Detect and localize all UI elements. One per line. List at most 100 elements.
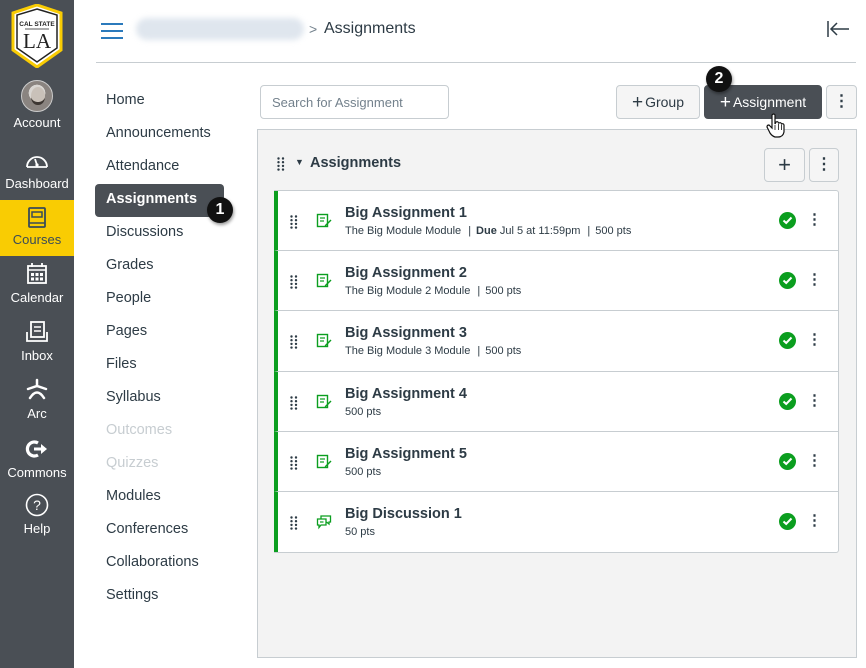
course-nav-people[interactable]: People (95, 283, 235, 316)
assignment-title-link[interactable]: Big Assignment 2 (345, 265, 467, 281)
assignment-title-link[interactable]: Big Assignment 1 (345, 205, 467, 221)
collapse-sidebar-button[interactable] (826, 20, 850, 44)
drag-handle[interactable] (290, 275, 298, 294)
drag-handle-icon (290, 456, 298, 474)
item-options-button[interactable]: ⋮ (807, 391, 822, 409)
course-nav-attendance[interactable]: Attendance (95, 151, 235, 184)
assignment-title-link[interactable]: Big Discussion 1 (345, 506, 462, 522)
course-nav-collaborations[interactable]: Collaborations (95, 547, 235, 580)
assignment-icon (316, 454, 332, 470)
published-toggle[interactable] (779, 332, 796, 350)
due-label: Due (476, 225, 497, 237)
course-nav-pages[interactable]: Pages (95, 316, 235, 349)
course-nav-grades[interactable]: Grades (95, 250, 235, 283)
help-icon: ? (25, 493, 49, 517)
assignment-title-link[interactable]: Big Assignment 5 (345, 446, 467, 462)
gnav-courses[interactable]: Courses (0, 200, 74, 256)
add-group-button[interactable]: + Group (616, 85, 700, 119)
drag-handle-icon (290, 335, 298, 353)
drag-handle[interactable] (290, 516, 298, 535)
drag-handle[interactable] (277, 157, 285, 176)
gnav-calendar-label: Calendar (10, 290, 64, 305)
drag-handle-icon (277, 157, 285, 171)
svg-text:?: ? (33, 497, 41, 513)
collapse-caret-icon[interactable]: ▼ (295, 157, 304, 167)
course-nav-home[interactable]: Home (95, 85, 235, 118)
courses-icon (28, 207, 46, 228)
logo-line1: CAL STATE (19, 21, 55, 28)
hamburger-icon (101, 23, 123, 25)
assignment-row[interactable]: Big Assignment 5 500 pts ⋮ (274, 431, 838, 492)
drag-handle-icon (290, 215, 298, 233)
calendar-icon (27, 263, 47, 284)
group-options-button[interactable]: ⋮ (809, 148, 839, 182)
assignment-icon (316, 333, 332, 349)
drag-handle[interactable] (290, 395, 298, 415)
assignment-meta: 500 pts (345, 466, 381, 478)
published-toggle[interactable] (779, 512, 796, 530)
course-nav-outcomes[interactable]: Outcomes (95, 415, 235, 448)
gnav-commons[interactable]: Commons (0, 436, 74, 480)
assignment-title-link[interactable]: Big Assignment 4 (345, 386, 467, 402)
logo-line2: LA (23, 29, 52, 53)
gnav-dashboard[interactable]: Dashboard (0, 148, 74, 191)
plus-icon: + (631, 92, 644, 113)
drag-handle[interactable] (290, 335, 298, 354)
inbox-icon (26, 321, 48, 342)
item-options-button[interactable]: ⋮ (807, 451, 822, 469)
drag-handle-icon (290, 275, 298, 293)
assignment-row[interactable]: Big Assignment 2 The Big Module 2 Module |… (274, 251, 838, 312)
assignment-row[interactable]: Big Assignment 1 The Big Module Module | Du… (274, 191, 838, 252)
assignment-meta: 50 pts (345, 526, 375, 538)
published-toggle[interactable] (779, 212, 796, 229)
item-options-button[interactable]: ⋮ (807, 270, 822, 288)
gnav-commons-label: Commons (7, 465, 67, 480)
gnav-arc[interactable]: Arc (0, 377, 74, 421)
assignment-meta: The Big Module Module | Due Jul 5 at 11:59… (345, 225, 631, 237)
gnav-help[interactable]: ? Help (0, 492, 74, 536)
assignment-row[interactable]: Big Discussion 1 50 pts ⋮ (274, 491, 838, 553)
cal-state-la-logo[interactable]: CAL STATE LA (11, 3, 63, 69)
item-options-button[interactable]: ⋮ (807, 511, 822, 529)
hamburger-menu-button[interactable] (101, 23, 123, 39)
item-options-button[interactable]: ⋮ (807, 330, 822, 348)
hand-cursor-icon (766, 113, 785, 138)
page-header: > Assignments (96, 0, 856, 63)
course-nav-assignments[interactable]: Assignments (95, 184, 224, 217)
drag-handle[interactable] (290, 215, 298, 234)
breadcrumb-separator: > (309, 21, 318, 37)
item-options-button[interactable]: ⋮ (807, 210, 822, 228)
assignment-meta: 500 pts (345, 406, 381, 418)
breadcrumb-current: Assignments (324, 20, 416, 37)
published-toggle[interactable] (779, 272, 796, 290)
settings-menu-button[interactable]: ⋮ (826, 85, 857, 119)
assignment-row[interactable]: Big Assignment 3 The Big Module 3 Module |… (274, 311, 838, 372)
gnav-account[interactable]: Account (0, 80, 74, 130)
collapse-arrow-icon (827, 21, 849, 37)
add-assignment-to-group-button[interactable]: + (764, 148, 805, 182)
course-nav-conferences[interactable]: Conferences (95, 514, 235, 547)
published-toggle[interactable] (779, 452, 796, 470)
course-nav-settings[interactable]: Settings (95, 580, 235, 613)
assignment-icon (316, 394, 332, 410)
avatar (21, 80, 53, 112)
course-nav-syllabus[interactable]: Syllabus (95, 382, 235, 415)
assignment-row[interactable]: Big Assignment 4 500 pts ⋮ (274, 371, 838, 432)
course-nav-files[interactable]: Files (95, 349, 235, 382)
course-nav-modules[interactable]: Modules (95, 481, 235, 514)
discussion-icon (316, 514, 332, 530)
drag-handle-icon (290, 395, 298, 414)
drag-handle[interactable] (290, 456, 298, 475)
gnav-inbox[interactable]: Inbox (0, 319, 74, 363)
assignment-title-link[interactable]: Big Assignment 3 (345, 325, 467, 341)
gnav-calendar[interactable]: Calendar (0, 261, 74, 305)
course-nav-announcements[interactable]: Announcements (95, 118, 235, 151)
meta-separator: | (477, 285, 481, 298)
module-name: The Big Module 3 Module (345, 345, 471, 358)
search-assignment-input[interactable] (260, 85, 449, 119)
breadcrumb-course-link[interactable] (136, 18, 304, 40)
gnav-arc-label: Arc (27, 406, 47, 421)
published-toggle[interactable] (779, 392, 796, 410)
course-nav-quizzes[interactable]: Quizzes (95, 448, 235, 481)
arc-icon (26, 378, 48, 400)
